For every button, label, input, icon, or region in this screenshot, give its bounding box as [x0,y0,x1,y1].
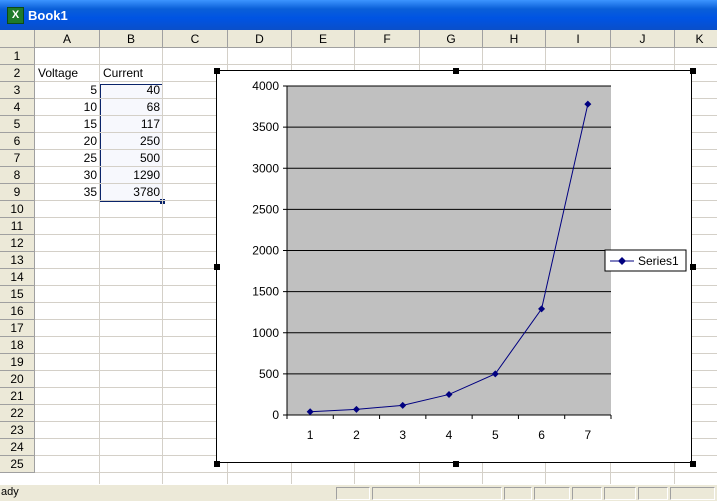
chart-resize-handle[interactable] [214,68,220,74]
cell-a8[interactable]: 30 [35,167,100,184]
row-header-13[interactable]: 13 [0,252,35,269]
x-tick-label: 5 [492,428,499,442]
status-pane [604,487,636,500]
cell-a6[interactable]: 20 [35,133,100,150]
column-header-j[interactable]: J [611,30,675,48]
chart-resize-handle[interactable] [453,68,459,74]
y-tick-label: 1500 [252,285,279,299]
select-all-corner[interactable] [0,30,35,48]
row-header-10[interactable]: 10 [0,201,35,218]
row-header-14[interactable]: 14 [0,269,35,286]
y-tick-label: 500 [259,367,279,381]
x-tick-label: 1 [307,428,314,442]
y-tick-label: 4000 [252,79,279,93]
x-tick-label: 7 [585,428,592,442]
line-chart: 050010001500200025003000350040001 2 3 4 5 6 7 … [252,79,687,442]
x-tick-label: 3 [399,428,406,442]
cell-b8[interactable]: 1290 [100,167,163,184]
column-header-b[interactable]: B [100,30,163,48]
row-header-9[interactable]: 9 [0,184,35,201]
row-header-24[interactable]: 24 [0,439,35,456]
row-header-17[interactable]: 17 [0,320,35,337]
chart-resize-handle[interactable] [214,264,220,270]
status-pane [336,487,370,500]
y-tick-label: 2000 [252,244,279,258]
column-header-i[interactable]: I [546,30,611,48]
y-tick-label: 1000 [252,326,279,340]
chart-legend: Series1 [604,249,687,272]
y-tick-label: 3500 [252,120,279,134]
cell-b4[interactable]: 68 [100,99,163,116]
column-header-k[interactable]: K [675,30,717,48]
row-header-12[interactable]: 12 [0,235,35,252]
cell-b7[interactable]: 500 [100,150,163,167]
row-header-20[interactable]: 20 [0,371,35,388]
row-header-5[interactable]: 5 [0,116,35,133]
row-header-4[interactable]: 4 [0,99,35,116]
chart-resize-handle[interactable] [690,68,696,74]
embedded-chart[interactable]: 0 500 1000 1500 2000 2500 3000 3500 4000 1 2 3 4 5 6 7 … [214,68,696,467]
row-header-3[interactable]: 3 [0,82,35,99]
y-tick-label: 2500 [252,202,279,216]
x-tick-label: 4 [446,428,453,442]
cell-a7[interactable]: 25 [35,150,100,167]
row-header-8[interactable]: 8 [0,167,35,184]
cell-b6[interactable]: 250 [100,133,163,150]
cell-a2[interactable]: Voltage [35,65,100,82]
row-header-1[interactable]: 1 [0,48,35,65]
column-header-h[interactable]: H [483,30,546,48]
cell-b3[interactable]: 40 [100,82,163,99]
x-tick-label: 2 [353,428,360,442]
row-header-15[interactable]: 15 [0,286,35,303]
column-header-f[interactable]: F [355,30,420,48]
row-header-22[interactable]: 22 [0,405,35,422]
cell-a9[interactable]: 35 [35,184,100,201]
status-pane [504,487,532,500]
row-header-19[interactable]: 19 [0,354,35,371]
legend-label: Series1 [638,254,679,268]
y-tick-label: 3000 [252,161,279,175]
window-title-bar[interactable]: X Book1 [0,0,717,30]
window-title: Book1 [28,8,68,23]
chart-resize-handle[interactable] [214,461,220,467]
row-header-2[interactable]: 2 [0,65,35,82]
cell-b9[interactable]: 3780 [100,184,163,201]
cell-a5[interactable]: 15 [35,116,100,133]
column-header-d[interactable]: D [228,30,292,48]
row-header-6[interactable]: 6 [0,133,35,150]
grid-line [35,472,717,473]
row-header-16[interactable]: 16 [0,303,35,320]
row-header-23[interactable]: 23 [0,422,35,439]
row-header-7[interactable]: 7 [0,150,35,167]
x-tick-label: 6 [538,428,545,442]
row-header-18[interactable]: 18 [0,337,35,354]
column-header-a[interactable]: A [35,30,100,48]
column-header-g[interactable]: G [420,30,483,48]
status-bar: ady [0,484,717,501]
status-pane [534,487,570,500]
column-header-e[interactable]: E [292,30,355,48]
status-text: ady [1,486,19,498]
y-tick-label: 0 [272,408,279,422]
cell-a3[interactable]: 5 [35,82,100,99]
chart-resize-handle[interactable] [690,461,696,467]
column-header-c[interactable]: C [163,30,228,48]
status-pane [572,487,602,500]
row-header-25[interactable]: 25 [0,456,35,473]
status-pane [638,487,668,500]
status-pane [670,487,715,500]
chart-resize-handle[interactable] [690,264,696,270]
chart-resize-handle[interactable] [453,461,459,467]
excel-icon[interactable]: X [7,7,24,24]
row-header-21[interactable]: 21 [0,388,35,405]
cell-a4[interactable]: 10 [35,99,100,116]
status-pane [372,487,502,500]
cell-b2[interactable]: Current [100,65,163,82]
row-header-11[interactable]: 11 [0,218,35,235]
worksheet-grid[interactable]: A B C D E F G H I J K 1 2 3 4 5 6 7 8 9 10 11 12 13 14 15 16 17 18 19… [0,30,717,484]
cell-b5[interactable]: 117 [100,116,163,133]
